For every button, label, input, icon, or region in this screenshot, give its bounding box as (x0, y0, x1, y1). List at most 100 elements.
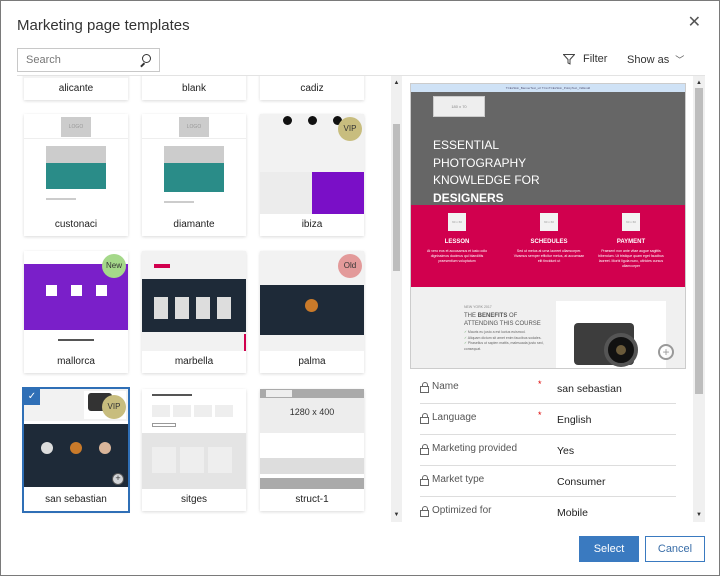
template-preview: TCExSkin_BannerText_url TCxxTCExSkin_Pol… (410, 83, 686, 369)
new-badge: New (102, 254, 126, 278)
benefit-item: Phasellus ut sapien mattis, malesuada ju… (464, 341, 549, 352)
headline-line: PHOTOGRAPHY (433, 155, 527, 170)
template-card-ibiza[interactable]: VIP ibiza (260, 114, 364, 236)
template-label: marbella (142, 351, 246, 373)
template-card-san-sebastian[interactable]: VIP ✓ + san sebastian (22, 387, 130, 513)
search-input[interactable]: Search (17, 48, 160, 72)
property-label: Name (432, 381, 459, 392)
feature-column: 60 x 60 LESSON At vero eos et accusamus … (417, 213, 497, 264)
property-value: Mobile (557, 507, 588, 519)
feature-text: Sed ut metus at urna laoreet ullamcorper… (513, 249, 585, 263)
template-card-alicante[interactable]: alicante (24, 76, 128, 100)
vip-badge: VIP (102, 395, 126, 419)
template-card-mallorca[interactable]: New mallorca (24, 251, 128, 373)
lock-icon (420, 381, 429, 393)
template-card-sitges[interactable]: sitges (142, 389, 246, 511)
template-label: sitges (142, 489, 246, 511)
lock-icon (420, 474, 429, 486)
template-label: ibiza (260, 214, 364, 236)
lock-icon (420, 412, 429, 424)
template-gallery: alicante blank cadiz LOGO custonaci LOGO (17, 76, 403, 522)
camera-image (556, 301, 666, 368)
template-label: san sebastian (24, 489, 128, 511)
scrollbar-thumb[interactable] (695, 88, 703, 394)
vip-badge: VIP (338, 117, 362, 141)
property-value: English (557, 414, 592, 426)
feature-image-placeholder: 60 x 60 (448, 213, 466, 231)
feature-column: 60 x 60 SCHEDULES Sed ut metus at urna l… (509, 213, 589, 264)
preview-logo-placeholder: 180 x 70 (433, 96, 485, 117)
preview-zoom-icon[interactable]: + (658, 344, 674, 360)
show-as-label: Show as (627, 53, 670, 66)
struct-size-text: 1280 x 400 (289, 407, 335, 417)
lock-icon (420, 443, 429, 455)
required-marker: * (538, 379, 542, 389)
old-badge: Old (338, 254, 362, 278)
feature-title: PAYMENT (616, 239, 646, 245)
filter-button[interactable]: Filter (563, 53, 607, 65)
property-row-name: Name * san sebastian (420, 373, 676, 404)
property-row-optimized-for: Optimized for Mobile (420, 497, 676, 528)
chevron-down-icon: ﹀ (675, 55, 685, 65)
required-marker: * (538, 410, 542, 420)
benefits-list: Mauris eu justo a est luctus euismod. Al… (464, 330, 549, 352)
benefits-heading: THE BENEFITS OF ATTENDING THIS COURSE (464, 313, 541, 327)
feature-image-placeholder: 60 x 60 (540, 213, 558, 231)
search-placeholder: Search (26, 54, 61, 66)
template-label: custonaci (24, 214, 128, 236)
lock-icon (420, 505, 429, 517)
scrollbar-thumb[interactable] (393, 124, 400, 271)
headline-bold: DESIGNERS (433, 190, 504, 205)
template-card-custonaci[interactable]: LOGO custonaci (24, 114, 128, 236)
template-label: cadiz (260, 78, 364, 100)
scroll-down-arrow[interactable]: ▼ (693, 510, 705, 520)
template-properties: Name * san sebastian Language * English … (420, 373, 676, 528)
feature-text: Praesent non ante vitae augue sagittis b… (598, 249, 664, 268)
preview-benefits: NEW YORK 2017 THE BENEFITS OF ATTENDING … (411, 287, 685, 368)
template-card-marbella[interactable]: marbella (142, 251, 246, 373)
property-value: Consumer (557, 476, 606, 488)
preview-headline: ESSENTIAL PHOTOGRAPHY KNOWLEDGE FOR DESI… (433, 137, 540, 207)
cancel-button[interactable]: Cancel (645, 536, 705, 562)
headline-line: ESSENTIAL (433, 138, 500, 152)
property-label: Language (432, 412, 477, 423)
preview-hero: 180 x 70 ESSENTIAL PHOTOGRAPHY KNOWLEDGE… (411, 92, 685, 205)
event-caption: NEW YORK 2017 (464, 305, 492, 309)
property-row-language: Language * English (420, 404, 676, 435)
search-icon[interactable] (139, 54, 151, 66)
preview-scrollbar[interactable]: ▲ ▼ (693, 76, 705, 522)
property-row-market-type: Market type Consumer (420, 466, 676, 497)
template-card-struct-1[interactable]: 1280 x 400 struct-1 (260, 389, 364, 511)
filter-label: Filter (583, 53, 608, 65)
property-label: Marketing provided (432, 443, 518, 454)
feature-title: LESSON (444, 239, 470, 245)
select-button[interactable]: Select (579, 536, 639, 562)
template-card-palma[interactable]: Old palma (260, 251, 364, 373)
checkmark-icon: ✓ (24, 389, 40, 405)
dialog-title: Marketing page templates (17, 17, 190, 34)
gallery-scrollbar[interactable]: ▲ ▼ (391, 76, 402, 522)
zoom-in-icon[interactable]: + (112, 473, 124, 485)
property-row-marketing-provided: Marketing provided Yes (420, 435, 676, 466)
scroll-up-arrow[interactable]: ▲ (391, 78, 402, 88)
template-label: palma (260, 351, 364, 373)
scroll-down-arrow[interactable]: ▼ (391, 510, 402, 520)
logo-placeholder: LOGO (61, 117, 91, 137)
show-as-dropdown[interactable]: Show as ﹀ (627, 53, 684, 66)
scroll-up-arrow[interactable]: ▲ (693, 78, 705, 88)
template-label: alicante (24, 78, 128, 100)
feature-text: At vero eos et accusamus et iusto odio d… (426, 249, 488, 263)
feature-title: SCHEDULES (530, 239, 568, 245)
preview-features: 60 x 60 LESSON At vero eos et accusamus … (411, 205, 685, 287)
property-value: Yes (557, 445, 575, 457)
property-label: Market type (432, 474, 485, 485)
template-label: diamante (142, 214, 246, 236)
property-value: san sebastian (557, 383, 622, 395)
feature-column: 60 x 60 PAYMENT Praesent non ante vitae … (591, 213, 671, 269)
template-label: blank (142, 78, 246, 100)
feature-image-placeholder: 60 x 60 (622, 213, 640, 231)
close-icon[interactable]: ✕ (688, 15, 701, 31)
template-card-blank[interactable]: blank (142, 76, 246, 100)
template-card-cadiz[interactable]: cadiz (260, 76, 364, 100)
template-card-diamante[interactable]: LOGO diamante (142, 114, 246, 236)
